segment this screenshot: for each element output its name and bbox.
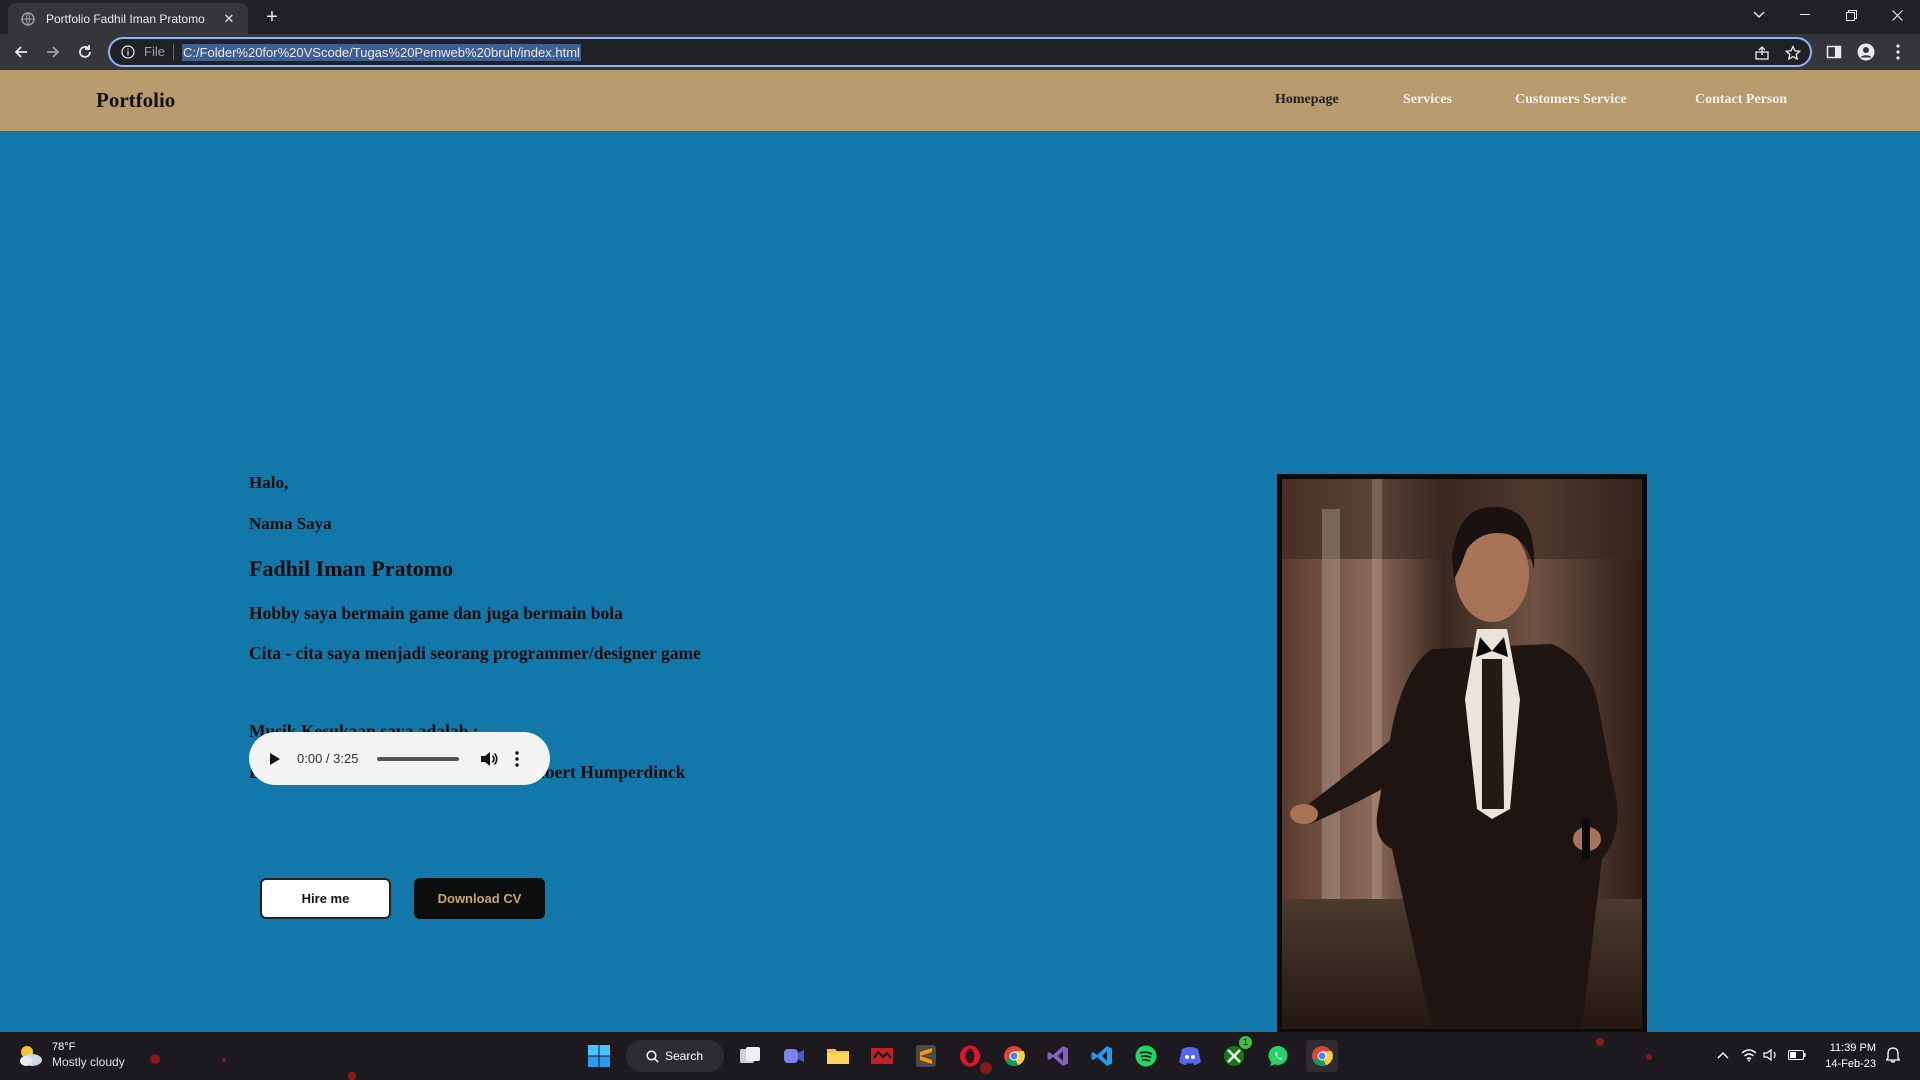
chevron-up-icon[interactable] (1714, 1046, 1732, 1064)
side-panel-icon[interactable] (1824, 42, 1844, 62)
spotify-icon[interactable] (1130, 1040, 1162, 1072)
browser-toolbar: File C:/Folder%20for%20VScode/Tugas%20Pe… (0, 34, 1920, 70)
play-icon[interactable] (267, 751, 283, 767)
windows-start-icon[interactable] (583, 1040, 615, 1072)
weather-widget[interactable]: 78°F Mostly cloudy (16, 1040, 125, 1070)
sublime-text-icon[interactable] (910, 1040, 942, 1072)
game-app-icon[interactable] (866, 1040, 898, 1072)
site-navbar: Portfolio Homepage Services Customers Se… (0, 70, 1920, 131)
profile-photo (1277, 474, 1647, 1032)
address-url[interactable]: C:/Folder%20for%20VScode/Tugas%20Pemweb%… (181, 43, 581, 61)
close-window-icon[interactable] (1874, 0, 1920, 30)
download-cv-button[interactable]: Download CV (414, 878, 545, 919)
audio-progress-bar[interactable] (377, 756, 459, 761)
clock-time: 11:39 PM (1829, 1042, 1876, 1054)
vscode-icon[interactable] (1086, 1040, 1118, 1072)
ambition-text: Cita - cita saya menjadi seorang program… (249, 643, 701, 663)
hire-me-button[interactable]: Hire me (260, 878, 391, 919)
greeting-text: Halo, (249, 473, 289, 492)
file-explorer-icon[interactable] (822, 1040, 854, 1072)
battery-icon[interactable] (1788, 1046, 1806, 1064)
person-name: Fadhil Iman Pratomo (249, 556, 454, 581)
new-tab-icon[interactable]: + (260, 6, 284, 30)
site-brand[interactable]: Portfolio (96, 88, 175, 113)
audio-player[interactable]: 0:00 / 3:25 (249, 732, 550, 785)
nav-link-homepage[interactable]: Homepage (1275, 92, 1339, 108)
info-icon[interactable] (120, 44, 136, 60)
tab-strip: Portfolio Fadhil Iman Pratomo ✕ + (0, 0, 1920, 34)
tab-title: Portfolio Fadhil Iman Pratomo (46, 11, 205, 26)
taskbar-clock[interactable]: 11:39 PM 14-Feb-23 (1816, 1040, 1876, 1072)
nav-link-services[interactable]: Services (1403, 92, 1452, 108)
nav-link-customers-service[interactable]: Customers Service (1515, 92, 1627, 108)
speaker-icon[interactable] (1762, 1046, 1780, 1064)
minimize-icon[interactable] (1782, 0, 1828, 30)
visual-studio-icon[interactable] (1042, 1040, 1074, 1072)
audio-time: 0:00 / 3:25 (297, 751, 359, 766)
discord-icon[interactable] (1174, 1040, 1206, 1072)
xbox-icon[interactable]: 1 (1218, 1036, 1252, 1072)
address-scheme-label: File (144, 44, 174, 60)
hobby-text: Hobby saya bermain game dan juga bermain… (249, 603, 623, 623)
forward-icon[interactable] (39, 38, 67, 66)
weather-temperature: 78°F (52, 1041, 76, 1053)
browser-tab[interactable]: Portfolio Fadhil Iman Pratomo ✕ (8, 3, 248, 34)
search-icon (646, 1049, 659, 1063)
back-icon[interactable] (7, 38, 35, 66)
teams-chat-icon[interactable] (778, 1040, 810, 1072)
wifi-icon[interactable] (1740, 1046, 1758, 1064)
web-page: Portfolio Homepage Services Customers Se… (0, 70, 1920, 1032)
nav-link-contact-person[interactable]: Contact Person (1695, 92, 1787, 108)
windows-taskbar: 78°F Mostly cloudy Search 1 11:39 PM 14-… (0, 1032, 1920, 1080)
clock-date: 14-Feb-23 (1825, 1058, 1876, 1070)
share-icon[interactable] (1752, 43, 1772, 63)
close-tab-icon[interactable]: ✕ (220, 11, 238, 27)
profile-icon[interactable] (1856, 42, 1876, 62)
intro-text: Nama Saya (249, 514, 332, 533)
chrome-icon[interactable] (998, 1040, 1030, 1072)
notification-icon[interactable] (1884, 1046, 1902, 1064)
taskbar-search[interactable]: Search (626, 1040, 724, 1072)
whatsapp-icon[interactable] (1262, 1040, 1294, 1072)
tab-search-icon[interactable] (1736, 0, 1782, 30)
opera-icon[interactable] (954, 1040, 986, 1072)
search-label: Search (665, 1049, 704, 1063)
xbox-badge: 1 (1239, 1036, 1252, 1049)
chrome-active-icon[interactable] (1306, 1040, 1338, 1072)
reload-icon[interactable] (71, 38, 99, 66)
bookmark-star-icon[interactable] (1783, 43, 1803, 63)
globe-icon (20, 11, 36, 27)
task-view-icon[interactable] (734, 1040, 766, 1072)
volume-icon[interactable] (479, 749, 499, 769)
address-bar[interactable]: File C:/Folder%20for%20VScode/Tugas%20Pe… (108, 37, 1812, 67)
cloud-sun-icon (20, 1046, 42, 1066)
audio-more-icon[interactable] (509, 749, 525, 769)
restore-icon[interactable] (1828, 0, 1874, 30)
weather-description: Mostly cloudy (52, 1055, 125, 1069)
menu-kebab-icon[interactable] (1888, 42, 1908, 62)
